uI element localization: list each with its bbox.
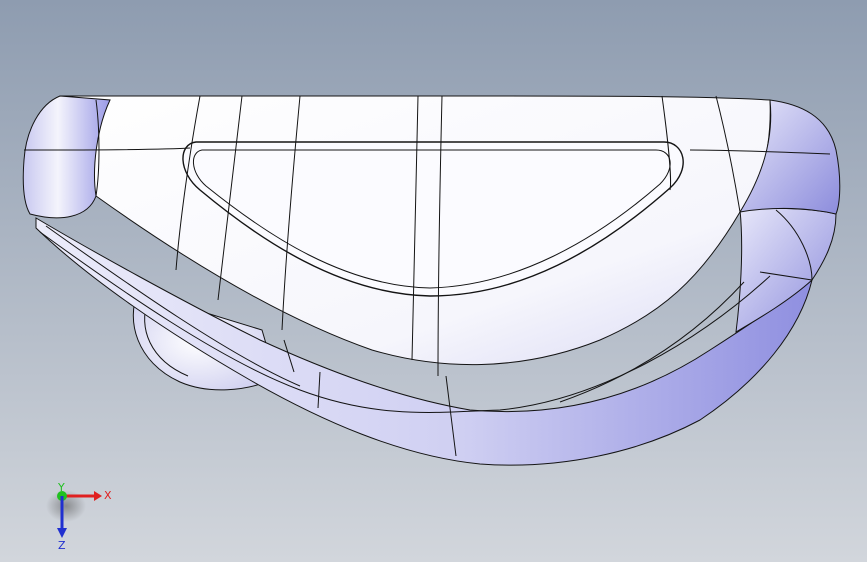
x-axis-label: X [104, 489, 112, 502]
orientation-triad[interactable]: X Y Z [40, 480, 120, 552]
z-axis-label: Z [58, 539, 66, 550]
model-canvas[interactable] [0, 0, 867, 562]
graphics-viewport[interactable]: X Y Z [0, 0, 867, 562]
y-axis-label: Y [57, 481, 65, 494]
